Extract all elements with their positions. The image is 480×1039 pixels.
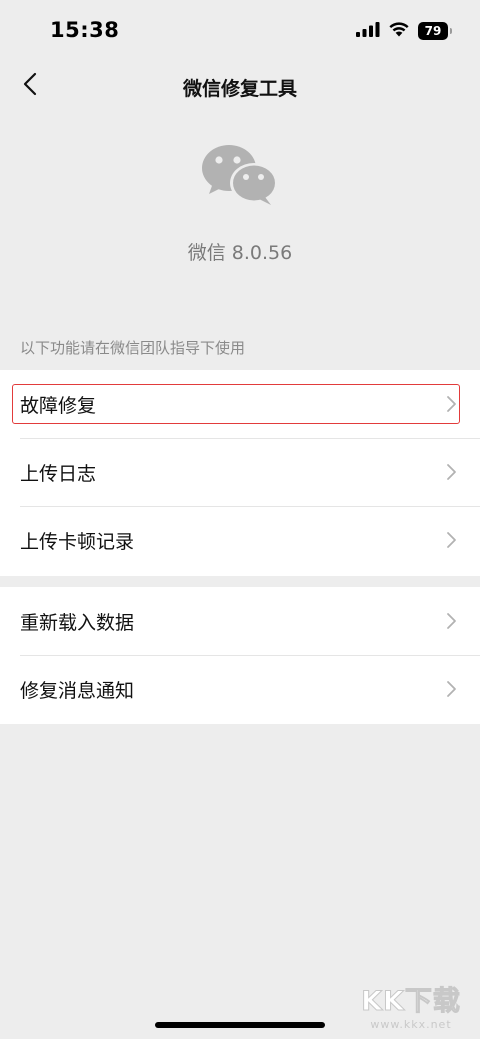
wechat-logo-icon bbox=[199, 142, 281, 208]
app-version: 微信 8.0.56 bbox=[187, 242, 293, 264]
menu-item-repair-notifications[interactable]: 修复消息通知 bbox=[0, 655, 480, 723]
watermark-url: www.kkx.net bbox=[370, 1018, 452, 1031]
signal-icon bbox=[356, 21, 380, 41]
chevron-right-icon bbox=[446, 531, 458, 549]
menu-item-fault-repair[interactable]: 故障修复 bbox=[0, 370, 480, 438]
menu-item-label: 修复消息通知 bbox=[20, 679, 135, 702]
menu-item-reload-data[interactable]: 重新载入数据 bbox=[0, 587, 480, 655]
menu-item-label: 上传卡顿记录 bbox=[20, 530, 135, 553]
menu-item-upload-log[interactable]: 上传日志 bbox=[0, 438, 480, 506]
battery-cap bbox=[450, 28, 452, 34]
battery-icon: 79 bbox=[418, 22, 452, 40]
battery-level: 79 bbox=[424, 24, 442, 38]
chevron-right-icon bbox=[446, 612, 458, 630]
settings-group-2: 重新载入数据 修复消息通知 bbox=[0, 587, 480, 724]
wifi-icon bbox=[388, 21, 410, 41]
page-title: 微信修复工具 bbox=[182, 78, 297, 100]
menu-item-upload-lag-records[interactable]: 上传卡顿记录 bbox=[0, 506, 480, 574]
watermark-logo: KK下载 bbox=[361, 986, 461, 1018]
settings-group-1: 故障修复 上传日志 上传卡顿记录 bbox=[0, 370, 480, 576]
chevron-right-icon bbox=[446, 680, 458, 698]
navigation-bar: 微信修复工具 bbox=[0, 64, 480, 108]
watermark: KK下载 www.kkx.net bbox=[356, 986, 466, 1036]
menu-item-label: 上传日志 bbox=[20, 462, 97, 485]
home-indicator[interactable] bbox=[155, 1022, 325, 1028]
menu-item-label: 重新载入数据 bbox=[20, 611, 135, 634]
section-caption: 以下功能请在微信团队指导下使用 bbox=[20, 339, 246, 357]
chevron-right-icon bbox=[446, 463, 458, 481]
status-time: 15:38 bbox=[50, 18, 120, 42]
menu-item-label: 故障修复 bbox=[20, 394, 97, 417]
status-bar: 15:38 79 bbox=[0, 0, 480, 64]
chevron-right-icon bbox=[446, 395, 458, 413]
status-icons: 79 bbox=[356, 21, 452, 41]
